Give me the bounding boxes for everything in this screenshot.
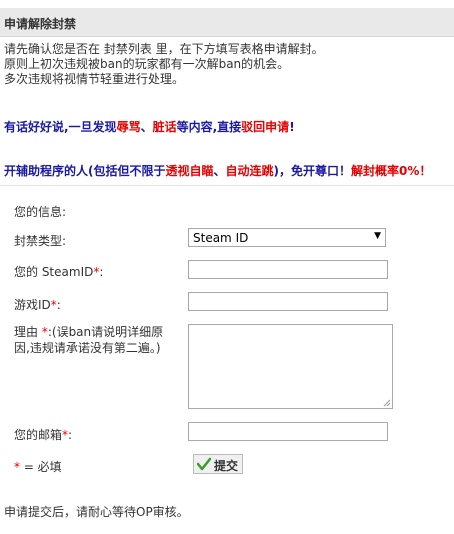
checkmark-icon — [197, 457, 211, 471]
intro-line-3: 多次违规将视情节轻重进行处理。 — [4, 72, 185, 86]
ban-type-label: 封禁类型: — [14, 234, 67, 248]
reason-textarea[interactable] — [188, 324, 393, 409]
required-note: * = 必填 — [14, 460, 62, 474]
submit-button[interactable]: 提交 — [193, 454, 243, 474]
steamid-input[interactable] — [188, 260, 388, 279]
page-header: 申请解除封禁 — [0, 8, 454, 37]
ban-type-select[interactable]: Steam ID ▼ — [188, 228, 386, 247]
chevron-down-icon: ▼ — [374, 231, 381, 241]
abuse-warning: 有话好好说,一旦发现辱骂、脏话等内容,直接驳回申请! — [4, 120, 295, 134]
cheat-warning: 开辅助程序的人(包括但不限于透视自瞄、自动连跳)，免开尊口！解封概率0%！ — [4, 164, 432, 178]
gameid-input[interactable] — [188, 292, 388, 311]
intro-text: 请先确认您是否在 封禁列表 里，在下方填写表格申请解封。 原则上初次违规被ban… — [4, 42, 324, 87]
submit-label: 提交 — [214, 459, 239, 473]
intro-line-2: 原则上初次违规被ban的玩家都有一次解ban的机会。 — [4, 57, 290, 71]
intro-line-1: 请先确认您是否在 封禁列表 里，在下方填写表格申请解封。 — [4, 42, 324, 56]
steamid-label: 您的 SteamID*: — [14, 265, 104, 279]
reason-label: 理由 *:(误ban请说明详细原因,违规请承诺没有第二遍。) — [14, 325, 164, 355]
email-label: 您的邮箱*: — [14, 428, 73, 442]
page-title: 申请解除封禁 — [4, 17, 77, 31]
info-label: 您的信息: — [14, 205, 67, 219]
resize-grip-icon[interactable] — [383, 399, 391, 407]
footer-note: 申请提交后，请耐心等待OP审核。 — [4, 505, 189, 519]
ban-type-value: Steam ID — [193, 231, 249, 245]
divider — [0, 185, 454, 186]
gameid-label: 游戏ID*: — [14, 298, 61, 312]
email-input[interactable] — [188, 422, 388, 441]
